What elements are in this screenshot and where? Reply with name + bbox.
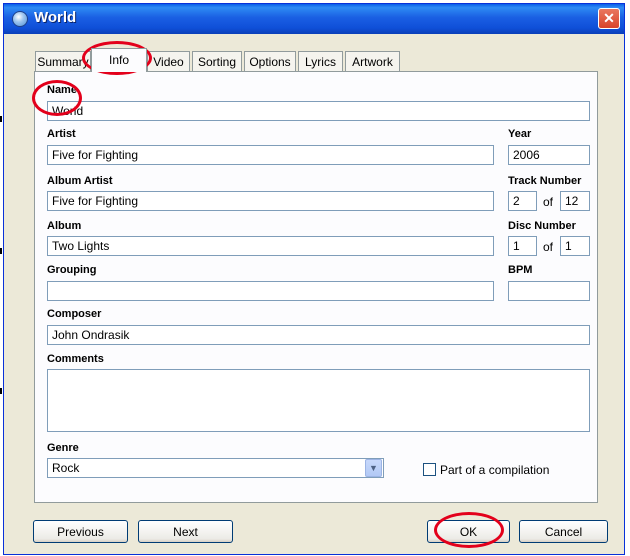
tab-info[interactable]: Info <box>91 48 147 72</box>
compilation-checkbox[interactable] <box>423 463 436 476</box>
tab-options[interactable]: Options <box>244 51 296 71</box>
window-title: World <box>34 9 77 26</box>
chevron-down-icon[interactable]: ▼ <box>365 459 382 477</box>
next-button[interactable]: Next <box>138 520 233 543</box>
edge-mark <box>0 116 2 122</box>
tab-artwork[interactable]: Artwork <box>345 51 400 71</box>
album-artist-label: Album Artist <box>47 175 113 187</box>
tab-lyrics[interactable]: Lyrics <box>298 51 343 71</box>
album-artist-field[interactable]: Five for Fighting <box>47 191 494 211</box>
disc-of-label: of <box>543 240 554 254</box>
compilation-label[interactable]: Part of a compilation <box>440 463 549 477</box>
disc-number-field[interactable]: 1 <box>508 236 537 256</box>
edge-mark <box>0 388 2 394</box>
bpm-field[interactable] <box>508 281 590 301</box>
annotation-ring-ok <box>434 512 504 548</box>
bpm-label: BPM <box>508 264 533 276</box>
tab-sorting[interactable]: Sorting <box>192 51 242 71</box>
tab-video[interactable]: Video <box>147 51 190 71</box>
cancel-button[interactable]: Cancel <box>519 520 608 543</box>
artist-label: Artist <box>47 128 76 140</box>
disc-total-field[interactable]: 1 <box>560 236 590 256</box>
composer-field[interactable]: John Ondrasik <box>47 325 590 345</box>
previous-button[interactable]: Previous <box>33 520 128 543</box>
annotation-ring-name <box>32 80 82 116</box>
grouping-label: Grouping <box>47 264 97 276</box>
comments-label: Comments <box>47 353 104 365</box>
album-field[interactable]: Two Lights <box>47 236 494 256</box>
composer-label: Composer <box>47 308 102 320</box>
genre-label: Genre <box>47 442 79 454</box>
album-label: Album <box>47 220 82 232</box>
title-bar[interactable]: World ✕ <box>4 4 624 34</box>
disc-number-label: Disc Number <box>508 220 576 232</box>
year-label: Year <box>508 128 532 140</box>
artist-field[interactable]: Five for Fighting <box>47 145 494 165</box>
grouping-field[interactable] <box>47 281 494 301</box>
track-total-field[interactable]: 12 <box>560 191 590 211</box>
genre-select[interactable]: Rock <box>47 458 384 478</box>
year-field[interactable]: 2006 <box>508 145 590 165</box>
edge-mark <box>0 248 2 254</box>
itunes-app-icon <box>12 11 28 27</box>
track-number-field[interactable]: 2 <box>508 191 537 211</box>
name-field[interactable]: World <box>47 101 590 121</box>
close-button[interactable]: ✕ <box>598 8 620 29</box>
comments-field[interactable] <box>47 369 590 432</box>
track-of-label: of <box>543 195 554 209</box>
track-number-label: Track Number <box>508 175 582 187</box>
